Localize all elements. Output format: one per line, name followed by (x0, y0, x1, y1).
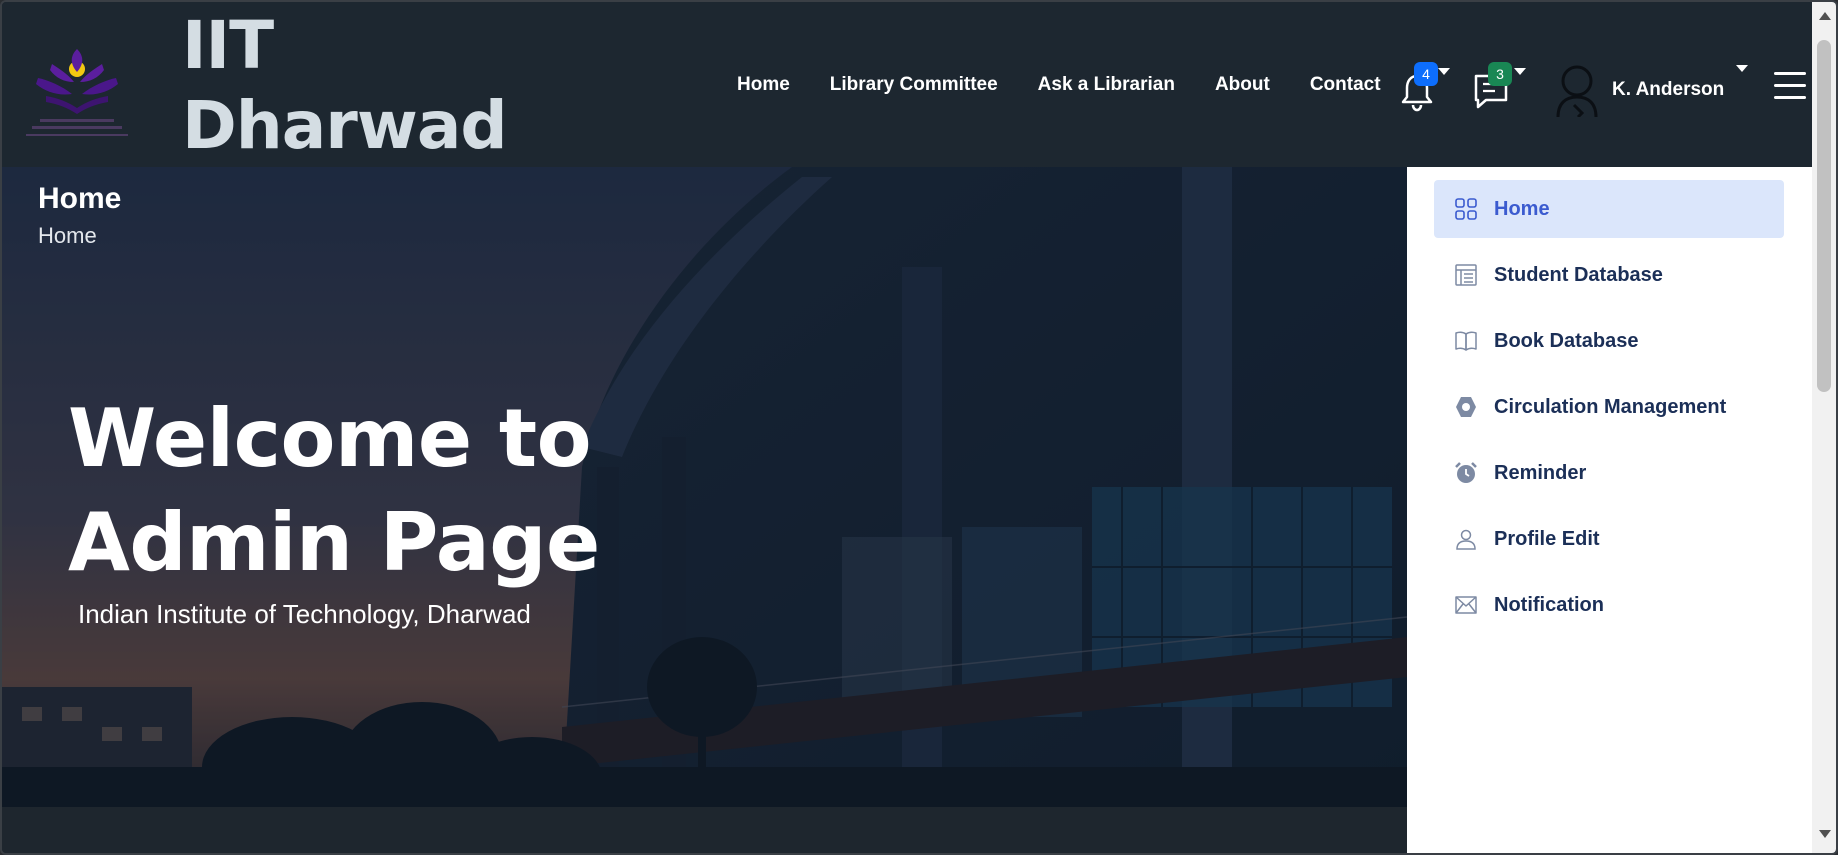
page-title: Home (38, 182, 122, 215)
breadcrumb[interactable]: Home (38, 223, 97, 249)
person-icon (1456, 529, 1476, 550)
menu-toggle-button[interactable] (1774, 72, 1806, 102)
nav-link-ask-a-librarian[interactable]: Ask a Librarian (1038, 74, 1175, 96)
message-count-badge: 3 (1488, 62, 1512, 86)
side-menu-item-notification[interactable]: Notification (1434, 576, 1784, 634)
scroll-up-arrow-icon[interactable] (1819, 12, 1831, 20)
hamburger-icon (1774, 72, 1806, 75)
nav-links: Home Library Committee Ask a Librarian A… (737, 74, 1381, 96)
nav-link-home[interactable]: Home (737, 74, 790, 96)
top-navbar: IIT Dharwad Home Library Committee Ask a… (2, 2, 1812, 167)
side-menu-item-book-database[interactable]: Book Database (1434, 312, 1784, 370)
hexagon-icon (1456, 397, 1476, 417)
site-brand[interactable]: IIT Dharwad (182, 6, 508, 166)
side-menu-label: Book Database (1494, 329, 1639, 352)
side-menu-item-home[interactable]: Home (1434, 180, 1784, 238)
side-menu-item-circulation-management[interactable]: Circulation Management (1434, 378, 1784, 436)
brand-line-1: IIT (182, 7, 274, 84)
page-scrollbar[interactable] (1812, 2, 1836, 853)
side-menu-item-reminder[interactable]: Reminder (1434, 444, 1784, 502)
nav-link-about[interactable]: About (1215, 74, 1270, 96)
footer-strip (2, 807, 1407, 853)
user-name: K. Anderson (1612, 79, 1725, 100)
brand-line-2: Dharwad (182, 87, 508, 164)
browser-window: IIT Dharwad Home Library Committee Ask a… (0, 0, 1838, 855)
notifications-dropdown[interactable]: 4 (1400, 62, 1450, 112)
notification-count-badge: 4 (1414, 62, 1438, 86)
side-menu-label: Home (1494, 197, 1550, 220)
scrollbar-thumb[interactable] (1817, 40, 1831, 392)
side-menu-item-student-database[interactable]: Student Database (1434, 246, 1784, 304)
chevron-down-icon (1438, 68, 1450, 75)
alarm-clock-icon (1455, 462, 1477, 483)
nav-link-library-committee[interactable]: Library Committee (830, 74, 998, 96)
side-menu-item-profile-edit[interactable]: Profile Edit (1434, 510, 1784, 568)
user-menu[interactable]: K. Anderson (1554, 62, 1749, 118)
side-menu-label: Reminder (1494, 461, 1587, 484)
chevron-down-icon (1736, 64, 1749, 72)
scroll-down-arrow-icon[interactable] (1819, 830, 1831, 838)
hero-heading: Welcome to Admin Page (68, 392, 600, 589)
chevron-down-icon (1514, 68, 1526, 75)
side-menu: Home Student Database Book Database Circ… (1407, 167, 1812, 853)
envelope-icon (1455, 596, 1477, 614)
messages-dropdown[interactable]: 3 (1474, 62, 1526, 112)
side-menu-label: Student Database (1494, 263, 1663, 286)
nav-link-contact[interactable]: Contact (1310, 74, 1381, 96)
side-menu-label: Circulation Management (1494, 395, 1727, 418)
open-book-icon (1455, 331, 1477, 351)
iit-dharwad-logo[interactable] (12, 24, 142, 144)
hero-subtitle: Indian Institute of Technology, Dharwad (78, 599, 531, 629)
document-list-icon (1455, 264, 1477, 286)
avatar-icon (1556, 65, 1598, 117)
grid-icon (1455, 198, 1477, 220)
side-menu-label: Notification (1494, 593, 1604, 616)
side-menu-label: Profile Edit (1494, 527, 1600, 550)
